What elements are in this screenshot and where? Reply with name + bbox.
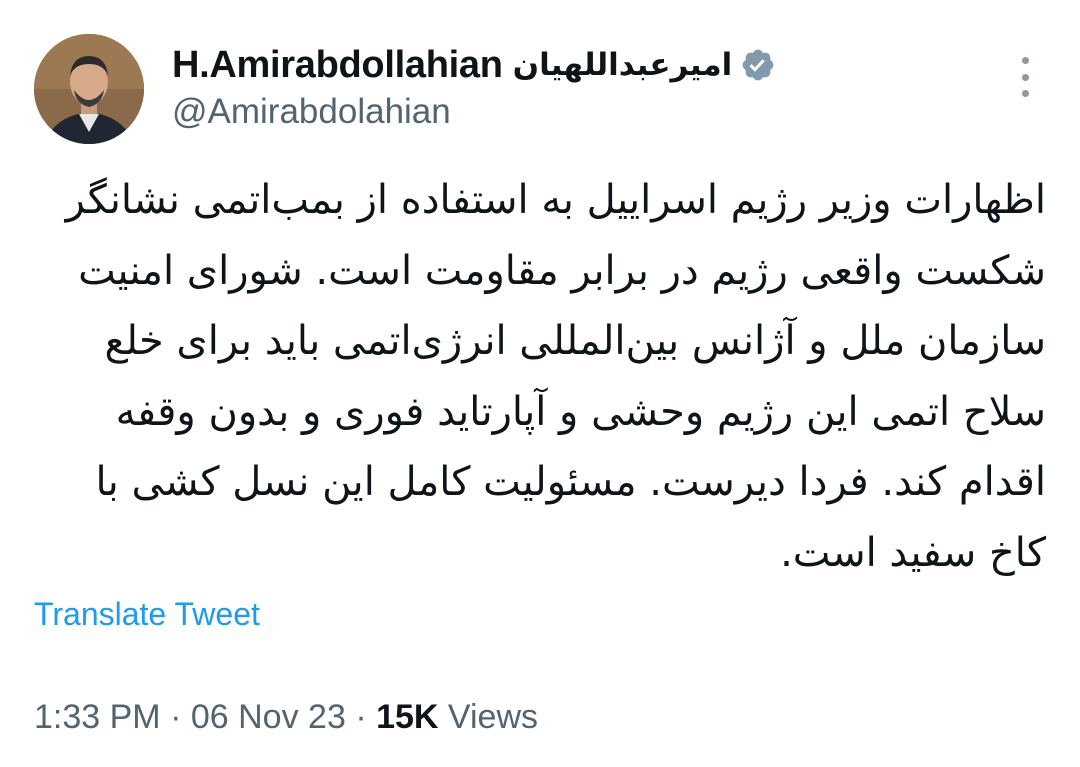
tweet-time[interactable]: 1:33 PM: [34, 698, 161, 736]
tweet: H.Amirabdollahian امیرعبداللهیان @Amirab…: [0, 0, 1080, 767]
tweet-text: اظهارات وزیر رژیم اسراییل به استفاده از …: [34, 165, 1046, 588]
name-row: H.Amirabdollahian امیرعبداللهیان: [172, 40, 972, 90]
tweet-header: H.Amirabdollahian امیرعبداللهیان @Amirab…: [172, 40, 972, 132]
more-vertical-icon: [1021, 90, 1029, 97]
more-vertical-icon: [1021, 73, 1029, 81]
tweet-metadata: 1:33 PM · 06 Nov 23 · 15K Views: [34, 698, 538, 737]
translate-tweet-link[interactable]: Translate Tweet: [34, 596, 260, 633]
views-count[interactable]: 15K: [376, 698, 438, 736]
display-name-persian[interactable]: امیرعبداللهیان: [513, 47, 733, 83]
display-name[interactable]: H.Amirabdollahian: [172, 44, 503, 87]
more-vertical-icon: [1021, 57, 1029, 64]
tweet-text-line: کاخ سفید است.: [780, 529, 1046, 576]
tweet-text-line: سلاح اتمی این رژیم وحشی و آپارتاید فوری …: [115, 388, 1046, 435]
tweet-text-line: شکست واقعی رژیم در برابر مقاومت است. شور…: [78, 247, 1046, 294]
avatar[interactable]: [34, 34, 144, 144]
author-handle[interactable]: @Amirabdolahian: [172, 92, 972, 132]
more-options-button[interactable]: [1005, 55, 1045, 99]
meta-separator: ·: [170, 698, 182, 736]
avatar-portrait-icon: [34, 34, 144, 144]
tweet-date[interactable]: 06 Nov 23: [191, 698, 346, 736]
tweet-text-line: سازمان ملل و آژانس بین‌المللی انرژی‌اتمی…: [104, 318, 1046, 364]
tweet-text-line: اقدام کند. فردا دیرست. مسئولیت کامل این …: [95, 459, 1046, 505]
views-label: Views: [447, 698, 539, 736]
verified-badge-icon[interactable]: [740, 47, 776, 83]
meta-separator: ·: [355, 698, 367, 736]
tweet-text-line: اظهارات وزیر رژیم اسراییل به استفاده از …: [65, 177, 1046, 223]
